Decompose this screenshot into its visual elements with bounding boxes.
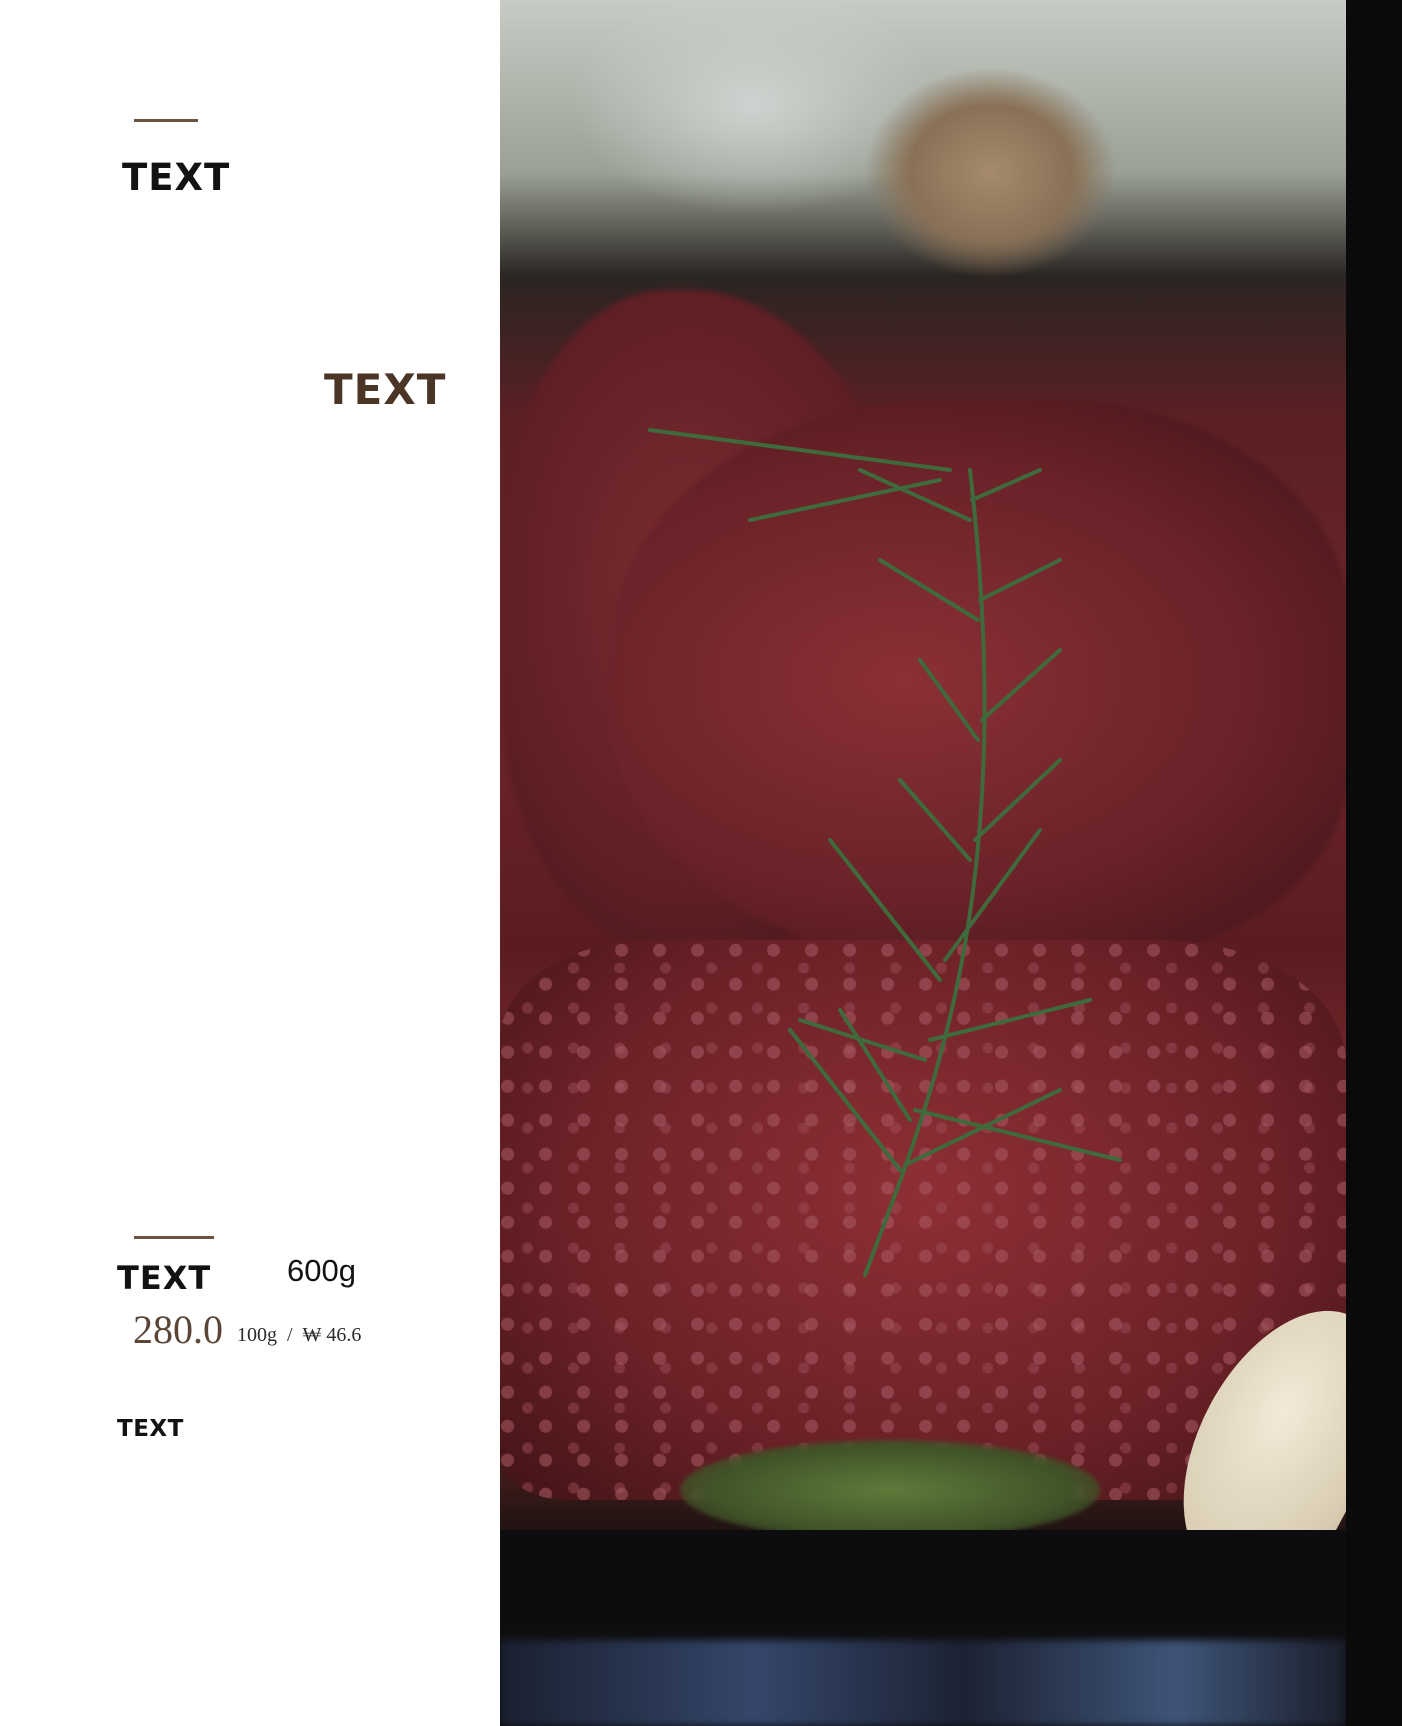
page-title: TEXT bbox=[122, 156, 231, 199]
item-unit-price: 100g / ₩ 46.6 bbox=[237, 1324, 362, 1346]
item-weight: 600g bbox=[287, 1253, 356, 1288]
item-name: TEXT bbox=[117, 1259, 212, 1297]
section-subtitle: TEXT bbox=[324, 365, 447, 414]
item-price: 280.0 bbox=[133, 1307, 223, 1352]
item-note: TEXT bbox=[117, 1416, 184, 1442]
rosemary-icon bbox=[648, 428, 1122, 1277]
steak-photo bbox=[500, 0, 1346, 1726]
menu-text-panel: TEXT TEXT TEXT 600g 280.0 100g / ₩ 46.6 … bbox=[0, 0, 500, 1726]
page-edge-strip bbox=[1346, 0, 1402, 1726]
item-divider bbox=[134, 1236, 214, 1239]
header-divider bbox=[134, 119, 198, 122]
